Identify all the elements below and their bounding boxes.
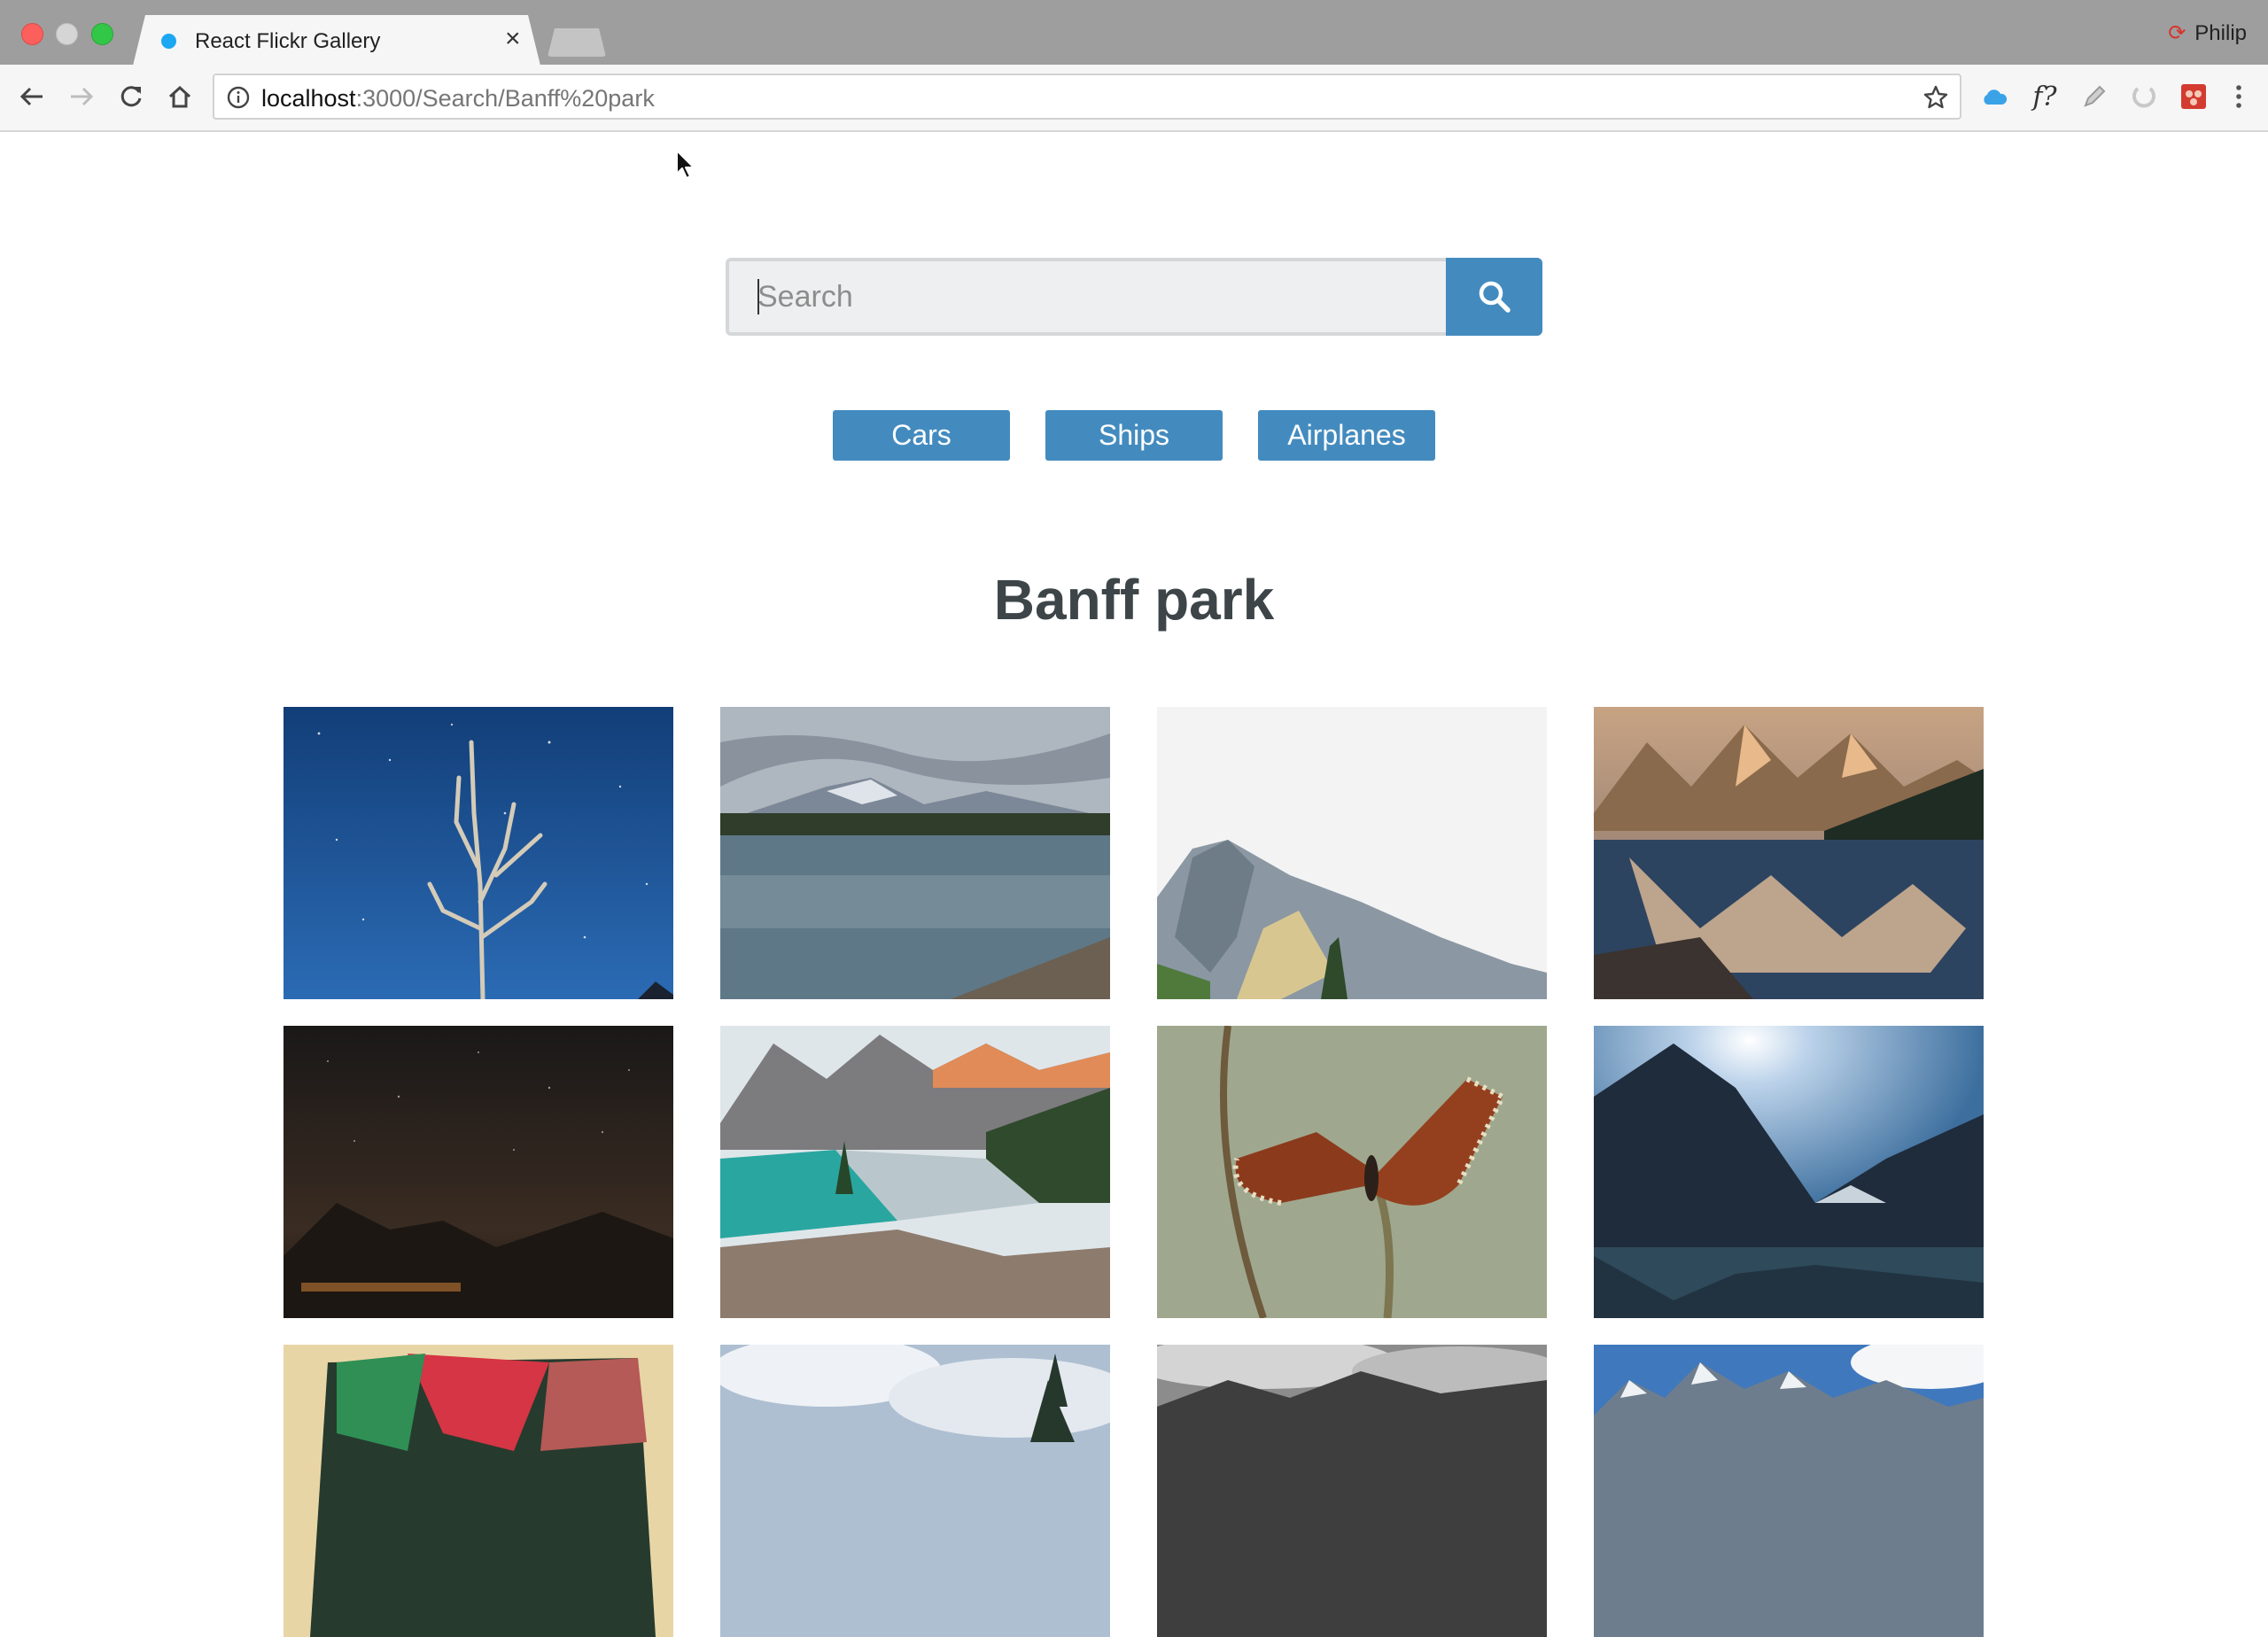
tab-close-button[interactable]: ×	[505, 26, 521, 52]
nav-link-ships[interactable]: Ships	[1045, 410, 1223, 461]
arrow-right-icon	[71, 87, 94, 106]
photo-turquoise-lake-peaks[interactable]	[720, 1026, 1110, 1318]
bookmark-star-icon[interactable]	[1922, 84, 1949, 111]
home-button[interactable]	[160, 77, 199, 116]
window-minimize-button[interactable]	[56, 23, 78, 45]
info-icon[interactable]	[227, 86, 250, 109]
main-nav: Cars Ships Airplanes	[0, 410, 2268, 462]
browser-titlebar: React Flickr Gallery × ⟳ Philip	[0, 0, 2268, 66]
reload-button[interactable]	[112, 77, 151, 116]
pencil-icon[interactable]	[2079, 81, 2109, 112]
search-icon	[1479, 281, 1511, 313]
address-bar[interactable]: localhost:3000/Search/Banff%20park	[213, 74, 1961, 120]
url-host: localhost	[261, 85, 356, 112]
window-close-button[interactable]	[21, 23, 43, 45]
photo-aurora-abstract[interactable]	[284, 1345, 673, 1637]
photo-blue-sky-snow-peaks[interactable]	[1594, 1345, 1984, 1637]
photo-black-white-mountains[interactable]	[1157, 1345, 1547, 1637]
text-caret	[757, 279, 759, 314]
results-title: Banff park	[993, 568, 1275, 632]
profile-button[interactable]: ⟳ Philip	[2168, 20, 2247, 46]
window-maximize-button[interactable]	[91, 23, 113, 45]
search-input[interactable]	[726, 258, 1447, 336]
favicon-icon	[161, 34, 176, 49]
back-button[interactable]	[12, 77, 51, 116]
reload-icon	[120, 86, 142, 107]
photo-lake-louise-sun[interactable]	[1594, 1026, 1984, 1318]
browser-tab[interactable]: React Flickr Gallery ×	[133, 15, 540, 66]
home-icon	[168, 85, 191, 108]
menu-icon[interactable]	[2224, 81, 2254, 112]
url-text[interactable]: localhost:3000/Search/Banff%20park	[261, 85, 655, 112]
search-button[interactable]	[1446, 258, 1542, 336]
page-content: Cars Ships Airplanes Banff park	[0, 132, 2268, 1637]
new-tab-button[interactable]	[548, 28, 606, 57]
photo-mourning-cloak-butterfly[interactable]	[1157, 1026, 1547, 1318]
photo-starry-sky-dead-tree[interactable]	[284, 707, 673, 999]
photo-night-sky-valley[interactable]	[284, 1026, 673, 1318]
profile-name: Philip	[2194, 20, 2247, 45]
photo-snowy-mountain-peak[interactable]	[1157, 707, 1547, 999]
red-extension-icon[interactable]	[2179, 81, 2209, 112]
nav-link-cars[interactable]: Cars	[833, 410, 1010, 461]
mouse-cursor-icon	[676, 150, 695, 179]
browser-toolbar: localhost:3000/Search/Banff%20park f?	[0, 65, 2268, 132]
photo-mountain-lake-reflection[interactable]	[720, 707, 1110, 999]
search-form	[726, 258, 1542, 336]
cloud-icon[interactable]	[1979, 81, 2009, 112]
url-path: :3000/Search/Banff%20park	[355, 85, 655, 112]
arrow-left-icon	[19, 87, 43, 106]
photo-moraine-lake-reflection[interactable]	[1594, 707, 1984, 999]
nav-link-airplanes[interactable]: Airplanes	[1258, 410, 1435, 461]
circle-icon[interactable]	[2129, 81, 2159, 112]
tab-title: React Flickr Gallery	[195, 29, 381, 53]
formula-extension-button[interactable]: f?	[2030, 81, 2060, 112]
forward-button[interactable]	[62, 77, 101, 116]
sync-icon: ⟳	[2168, 21, 2186, 45]
photo-winter-pine-clouds[interactable]	[720, 1345, 1110, 1637]
